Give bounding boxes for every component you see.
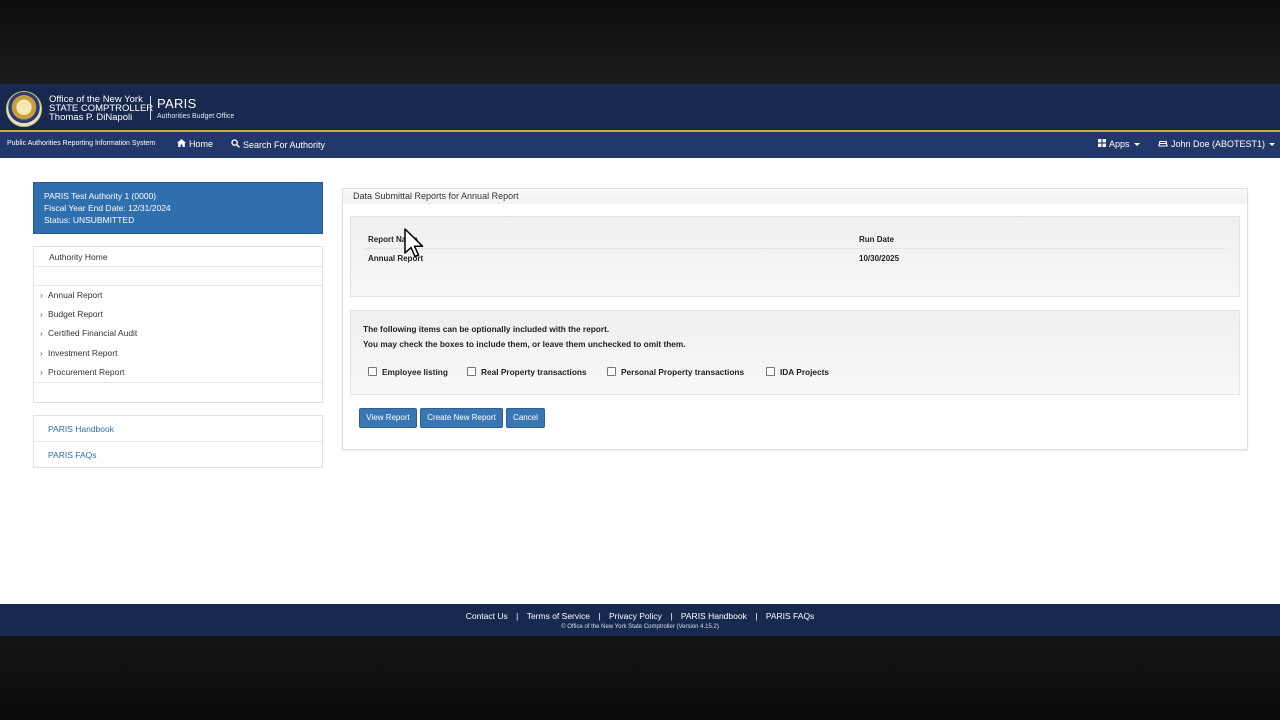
paris-handbook-link[interactable]: PARIS Handbook [48, 424, 114, 434]
footer-separator: | [516, 611, 519, 621]
employee-listing-checkbox[interactable] [368, 367, 377, 376]
column-header-run-date[interactable]: Run Date [859, 235, 894, 244]
home-icon [177, 139, 186, 149]
footer-faqs-link[interactable]: PARIS FAQs [766, 611, 815, 621]
checkbox-label: Real Property transactions [481, 367, 587, 377]
real-property-option[interactable]: Real Property transactions [467, 367, 587, 377]
apps-menu[interactable]: Apps [1098, 139, 1140, 149]
options-instruction-2: You may check the boxes to include them,… [363, 339, 686, 349]
footer-separator: | [755, 611, 758, 621]
site-header: Office of the New York STATE COMPTROLLER… [0, 84, 1280, 132]
footer-copyright: © Office of the New York State Comptroll… [561, 624, 719, 630]
navbar-brand[interactable]: Public Authorities Reporting Information… [7, 140, 155, 147]
footer-contact-link[interactable]: Contact Us [466, 611, 508, 621]
optional-items-well: The following items can be optionally in… [350, 310, 1240, 395]
footer-privacy-link[interactable]: Privacy Policy [609, 611, 662, 621]
grid-icon [1098, 139, 1106, 149]
fiscal-year: Fiscal Year End Date: 12/31/2024 [44, 203, 171, 213]
chevron-right-icon: › [40, 290, 43, 300]
personal-property-option[interactable]: Personal Property transactions [607, 367, 744, 377]
checkbox-label: Employee listing [382, 367, 448, 377]
sidebar-item-label: Authority Home [49, 252, 108, 262]
bottom-letterbox [0, 636, 1280, 720]
table-header-row: Report Name Run Date [364, 230, 1226, 249]
office-line-3: Thomas P. DiNapoli [49, 112, 133, 123]
reports-table-well: Report Name Run Date Annual Report 10/30… [350, 216, 1240, 297]
page-content: PARIS Test Authority 1 (0000) Fiscal Yea… [0, 158, 1280, 604]
view-report-button[interactable]: View Report [359, 408, 417, 428]
sidebar-divider [34, 285, 322, 286]
chevron-right-icon: › [40, 348, 43, 358]
footer-terms-link[interactable]: Terms of Service [527, 611, 590, 621]
sidebar-item-investment-report[interactable]: › Investment Report [40, 348, 117, 358]
cancel-button[interactable]: Cancel [506, 408, 545, 428]
sidebar-item-procurement-report[interactable]: › Procurement Report [40, 367, 125, 377]
footer-links: Contact Us | Terms of Service | Privacy … [0, 611, 1280, 621]
sidebar-item-label: Annual Report [48, 290, 103, 300]
authority-status: Status: UNSUBMITTED [44, 215, 135, 225]
chevron-down-icon [1133, 143, 1140, 147]
site-footer: Contact Us | Terms of Service | Privacy … [0, 604, 1280, 636]
chevron-down-icon [1269, 143, 1276, 147]
paris-faqs-link[interactable]: PARIS FAQs [48, 450, 97, 460]
nav-home[interactable]: Home [177, 139, 213, 149]
mouse-pointer-icon [404, 228, 426, 263]
header-divider [150, 96, 151, 120]
ida-projects-option[interactable]: IDA Projects [766, 367, 829, 377]
authority-info-panel: PARIS Test Authority 1 (0000) Fiscal Yea… [33, 182, 323, 234]
user-icon [1158, 139, 1168, 149]
employee-listing-option[interactable]: Employee listing [368, 367, 448, 377]
panel-title: Data Submittal Reports for Annual Report [353, 191, 519, 201]
help-links: PARIS Handbook PARIS FAQs [33, 415, 323, 468]
table-row[interactable]: Annual Report 10/30/2025 [364, 249, 1226, 267]
links-divider [34, 441, 322, 442]
apps-label: Apps [1109, 139, 1130, 149]
sidebar-item-budget-report[interactable]: › Budget Report [40, 309, 103, 319]
main-navbar: Public Authorities Reporting Information… [0, 132, 1280, 158]
sidebar-nav: Authority Home › Annual Report › Budget Re… [33, 246, 323, 403]
chevron-right-icon: › [40, 328, 43, 338]
sidebar-item-authority-home[interactable]: Authority Home [34, 247, 322, 267]
sidebar-item-label: Certified Financial Audit [48, 328, 138, 338]
checkbox-label: IDA Projects [780, 367, 830, 377]
personal-property-checkbox[interactable] [607, 367, 616, 376]
nav-search-authority[interactable]: Search For Authority [231, 139, 325, 150]
report-panel: Data Submittal Reports for Annual Report… [342, 188, 1248, 450]
user-menu[interactable]: John Doe (ABOTEST1) [1158, 139, 1276, 149]
panel-header: Data Submittal Reports for Annual Report [343, 189, 1247, 204]
search-icon [231, 139, 240, 150]
create-new-report-button[interactable]: Create New Report [420, 408, 503, 428]
options-instruction-1: The following items can be optionally in… [363, 324, 610, 334]
nav-home-label: Home [189, 139, 214, 149]
authority-name: PARIS Test Authority 1 (0000) [44, 191, 157, 201]
sidebar-item-certified-financial-audit[interactable]: › Certified Financial Audit [40, 328, 137, 338]
sidebar-item-label: Budget Report [48, 309, 103, 319]
sidebar-divider [34, 382, 322, 383]
ida-projects-checkbox[interactable] [766, 367, 775, 376]
footer-separator: | [670, 611, 673, 621]
footer-separator: | [598, 611, 601, 621]
app-title[interactable]: PARIS [157, 96, 197, 111]
chevron-right-icon: › [40, 367, 43, 377]
user-label: John Doe (ABOTEST1) [1171, 139, 1266, 149]
nav-search-label: Search For Authority [243, 140, 326, 150]
top-letterbox [0, 0, 1280, 84]
app-subtitle: Authorities Budget Office [157, 113, 235, 120]
sidebar-item-annual-report[interactable]: › Annual Report [40, 290, 102, 300]
chevron-right-icon: › [40, 309, 43, 319]
office-title[interactable]: Office of the New York STATE COMPTROLLER… [49, 95, 153, 123]
sidebar-item-label: Investment Report [48, 348, 118, 358]
checkbox-label: Personal Property transactions [621, 367, 745, 377]
run-date-cell: 10/30/2025 [859, 254, 900, 263]
real-property-checkbox[interactable] [467, 367, 476, 376]
nys-seal-icon[interactable] [6, 91, 42, 127]
sidebar-item-label: Procurement Report [48, 367, 125, 377]
footer-handbook-link[interactable]: PARIS Handbook [681, 611, 747, 621]
